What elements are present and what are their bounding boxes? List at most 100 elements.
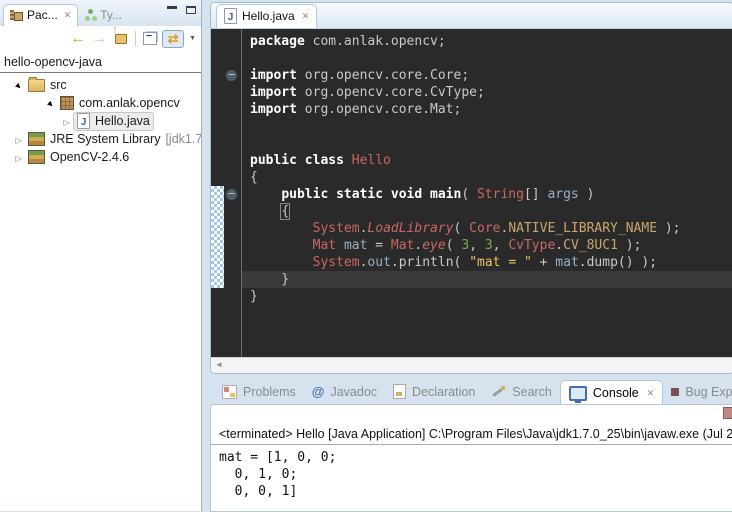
search-icon: [491, 385, 506, 399]
console-output-line: 0, 1, 0;: [211, 466, 732, 483]
package-explorer-icon: [10, 9, 23, 21]
editor-area: Hello.java package com.anlak.opencv; impo…: [210, 2, 732, 374]
tab-label: Search: [512, 385, 552, 399]
tree-item-opencv-2-4-6[interactable]: OpenCV-2.4.6: [0, 148, 201, 166]
code-token: [336, 238, 344, 253]
fold-collapse-icon[interactable]: [226, 70, 237, 81]
code-token: Hello: [352, 153, 391, 168]
code-token: ,: [469, 238, 485, 253]
tree-item-jre-system-library[interactable]: JRE System Library [jdk1.7.0: [0, 130, 201, 148]
code-token: mat: [555, 255, 578, 270]
tab-console[interactable]: Console: [560, 380, 663, 405]
tab-label: Bug Explorer: [685, 385, 732, 399]
close-icon[interactable]: [302, 11, 310, 22]
code-token: );: [618, 238, 641, 253]
collapse-arrow-icon[interactable]: [12, 78, 25, 92]
tab-hello-java[interactable]: Hello.java: [216, 4, 317, 28]
tree-item-com-anlak-opencv[interactable]: com.anlak.opencv: [0, 94, 201, 112]
code-token: import: [250, 85, 297, 100]
view-menu-icon[interactable]: [189, 30, 196, 48]
annotation-ruler: [211, 29, 242, 357]
tree-item-content: JRE System Library [jdk1.7.0: [25, 131, 202, 148]
close-icon[interactable]: [64, 10, 72, 21]
expand-arrow-icon[interactable]: [60, 114, 73, 128]
tab-type-hierarchy[interactable]: Ty...: [78, 5, 128, 26]
tab-bug-explorer[interactable]: Bug Explorer: [663, 380, 732, 404]
code-token: package: [250, 34, 305, 49]
code-text-area[interactable]: package com.anlak.opencv; import org.open…: [242, 29, 732, 357]
tab-package-explorer[interactable]: Pac...: [3, 4, 78, 26]
tab-javadoc[interactable]: Javadoc: [304, 380, 385, 404]
code-token: (: [446, 238, 462, 253]
close-icon[interactable]: [647, 388, 655, 399]
code-line: import org.opencv.core.CvType;: [242, 84, 732, 101]
code-line: import org.opencv.core.Mat;: [242, 101, 732, 118]
code-token: .: [555, 238, 563, 253]
toolbar-separator: [135, 31, 136, 46]
tree-item-label: com.anlak.opencv: [79, 96, 180, 110]
tree-item-label: JRE System Library: [50, 132, 160, 146]
tree-item-content: Hello.java: [73, 112, 154, 131]
expand-arrow-icon[interactable]: [12, 150, 25, 164]
code-token: .dump() );: [579, 255, 657, 270]
collapse-arrow-icon[interactable]: [44, 96, 57, 110]
code-line: {: [242, 203, 732, 220]
code-token: [250, 204, 281, 219]
code-line: public class Hello: [242, 152, 732, 169]
code-token: org.opencv.core.Mat;: [297, 102, 461, 117]
range-indicator: [211, 186, 224, 288]
expand-arrow-icon[interactable]: [12, 132, 25, 146]
code-token: +: [532, 255, 555, 270]
bottom-view-tab-bar: ProblemsJavadocDeclaration Search Console B…: [214, 379, 732, 404]
code-token: public class: [250, 153, 344, 168]
code-line: package com.anlak.opencv;: [242, 33, 732, 50]
project-root-label[interactable]: hello-opencv-java: [0, 51, 201, 73]
tree-item-content: com.anlak.opencv: [57, 95, 183, 112]
fold-collapse-icon[interactable]: [226, 189, 237, 200]
bug-icon: [671, 388, 679, 396]
folder-icon: [28, 79, 45, 92]
collapse-all-icon[interactable]: [143, 32, 157, 45]
code-line: public static void main( String[] args ): [242, 186, 732, 203]
declaration-icon: [393, 384, 406, 399]
tab-declaration[interactable]: Declaration: [385, 380, 483, 404]
console-toolbar-icon[interactable]: [723, 407, 732, 419]
tree-item-decoration: [jdk1.7.0: [165, 132, 202, 146]
tab-problems[interactable]: Problems: [214, 380, 304, 404]
minimize-icon[interactable]: [167, 6, 177, 14]
tree-item-src[interactable]: src: [0, 76, 201, 94]
tab-label: Ty...: [100, 8, 122, 22]
code-line: System.out.println( "mat = " + mat.dump(…: [242, 254, 732, 271]
code-token: org.opencv.core.CvType;: [297, 85, 485, 100]
tree-item-label: src: [50, 78, 67, 92]
package-explorer-panel: Pac... Ty... hello-opencv-java src com.an…: [0, 0, 202, 511]
go-up-icon[interactable]: [112, 30, 128, 48]
tree-item-label: OpenCV-2.4.6: [50, 150, 129, 164]
tree-item-hello-java[interactable]: Hello.java: [0, 112, 201, 130]
code-line: [242, 50, 732, 67]
link-with-editor-icon[interactable]: [162, 30, 184, 48]
back-arrow-icon[interactable]: [70, 30, 86, 48]
horizontal-scrollbar[interactable]: [211, 357, 732, 374]
code-token: [250, 221, 313, 236]
code-token: String: [477, 187, 524, 202]
code-line: [242, 135, 732, 152]
console-output-line: 0, 0, 1]: [211, 483, 732, 500]
view-tab-bar: Pac... Ty...: [0, 0, 201, 26]
code-token: (: [461, 187, 477, 202]
tab-search[interactable]: Search: [483, 380, 560, 404]
code-token: [250, 187, 281, 202]
code-token: .println(: [391, 255, 469, 270]
tree-item-label: Hello.java: [95, 114, 150, 128]
code-editor: package com.anlak.opencv; import org.open…: [211, 29, 732, 357]
view-window-buttons: [167, 6, 196, 14]
code-token: "mat = ": [469, 255, 532, 270]
package-explorer-toolbar: [0, 26, 201, 51]
java-file-icon: [224, 8, 237, 24]
code-token: mat: [344, 238, 367, 253]
forward-arrow-icon[interactable]: [91, 30, 107, 48]
maximize-icon[interactable]: [186, 6, 196, 14]
code-token: Mat: [313, 238, 336, 253]
console-output[interactable]: mat = [1, 0, 0; 0, 1, 0; 0, 0, 1]: [211, 445, 732, 500]
tab-label: Hello.java: [242, 9, 295, 23]
